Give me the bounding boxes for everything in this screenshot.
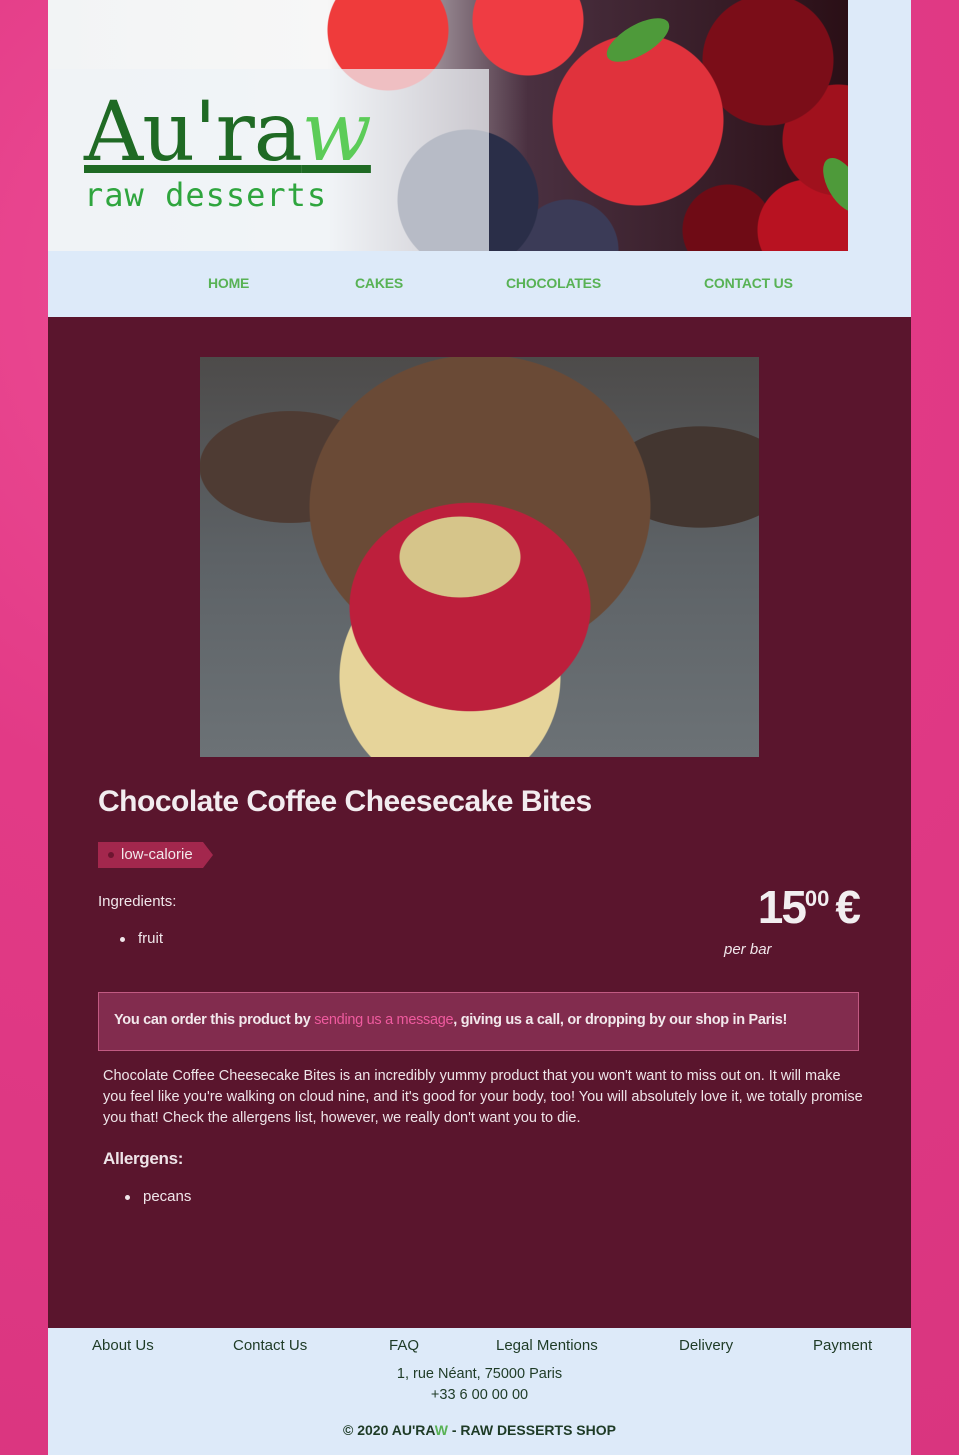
footer-contact-link[interactable]: Contact Us (233, 1337, 307, 1354)
footer-delivery-link[interactable]: Delivery (679, 1337, 733, 1354)
price-integer: 15 (757, 881, 807, 933)
nav-contact[interactable]: CONTACT US (704, 275, 793, 291)
page-container: Au'raw raw desserts HOME CAKES CHOCOLATE… (48, 0, 911, 1455)
nav-home[interactable]: HOME (208, 275, 249, 291)
price-unit: per bar (724, 941, 772, 958)
allergen-item: pecans (125, 1186, 191, 1208)
footer-phone: +33 6 00 00 00 (430, 1387, 529, 1403)
footer-copyright: © 2020 AU'RAW - RAW DESSERTS SHOP (48, 1422, 911, 1438)
product-tag[interactable]: low-calorie (98, 842, 213, 868)
nav-cakes[interactable]: CAKES (355, 275, 403, 291)
copyright-prefix: © 2020 AU'RA (343, 1422, 435, 1438)
ingredients-label: Ingredients: (98, 893, 177, 910)
footer-about-link[interactable]: About Us (92, 1337, 154, 1354)
order-prefix: You can order this product by (114, 1012, 315, 1028)
ingredients-list: fruit (120, 928, 163, 950)
main-nav: HOME CAKES CHOCOLATES CONTACT US (48, 251, 911, 317)
site-tagline: raw desserts (84, 176, 328, 214)
ingredient-item: fruit (120, 928, 163, 950)
leaf-decoration (600, 9, 676, 71)
site-logo[interactable]: Au'raw (84, 85, 372, 180)
copyright-accent: W (434, 1422, 448, 1438)
price-currency: € (835, 881, 861, 933)
nav-chocolates[interactable]: CHOCOLATES (506, 275, 601, 291)
footer-payment-link[interactable]: Payment (813, 1337, 872, 1354)
tag-label: low-calorie (121, 846, 193, 863)
footer-faq-link[interactable]: FAQ (389, 1337, 419, 1354)
hero-banner: Au'raw raw desserts (48, 0, 848, 251)
product-description: Chocolate Coffee Cheesecake Bites is an … (103, 1068, 863, 1126)
copyright-suffix: - RAW DESSERTS SHOP (447, 1422, 616, 1438)
product-photo (200, 357, 759, 757)
product-price: 1500 € (758, 880, 861, 934)
logo-main-text: Au'ra (84, 85, 303, 180)
product-title: Chocolate Coffee Cheesecake Bites (98, 785, 592, 818)
allergens-title: Allergens: (103, 1149, 184, 1168)
product-section: Chocolate Coffee Cheesecake Bites low-ca… (48, 317, 911, 1328)
send-message-link[interactable]: sending us a message (314, 1012, 453, 1028)
site-footer: About Us Contact Us FAQ Legal Mentions D… (48, 1328, 911, 1455)
leaf-decoration (815, 151, 848, 219)
order-notice: You can order this product by sending us… (98, 992, 859, 1051)
allergens-list: pecans (125, 1186, 191, 1208)
price-cents: 00 (804, 886, 830, 911)
order-suffix: , giving us a call, or dropping by our s… (453, 1012, 788, 1028)
footer-address: 1, rue Néant, 75000 Paris (396, 1366, 563, 1382)
footer-legal-link[interactable]: Legal Mentions (496, 1337, 598, 1354)
logo-accent-letter: w (301, 85, 372, 180)
